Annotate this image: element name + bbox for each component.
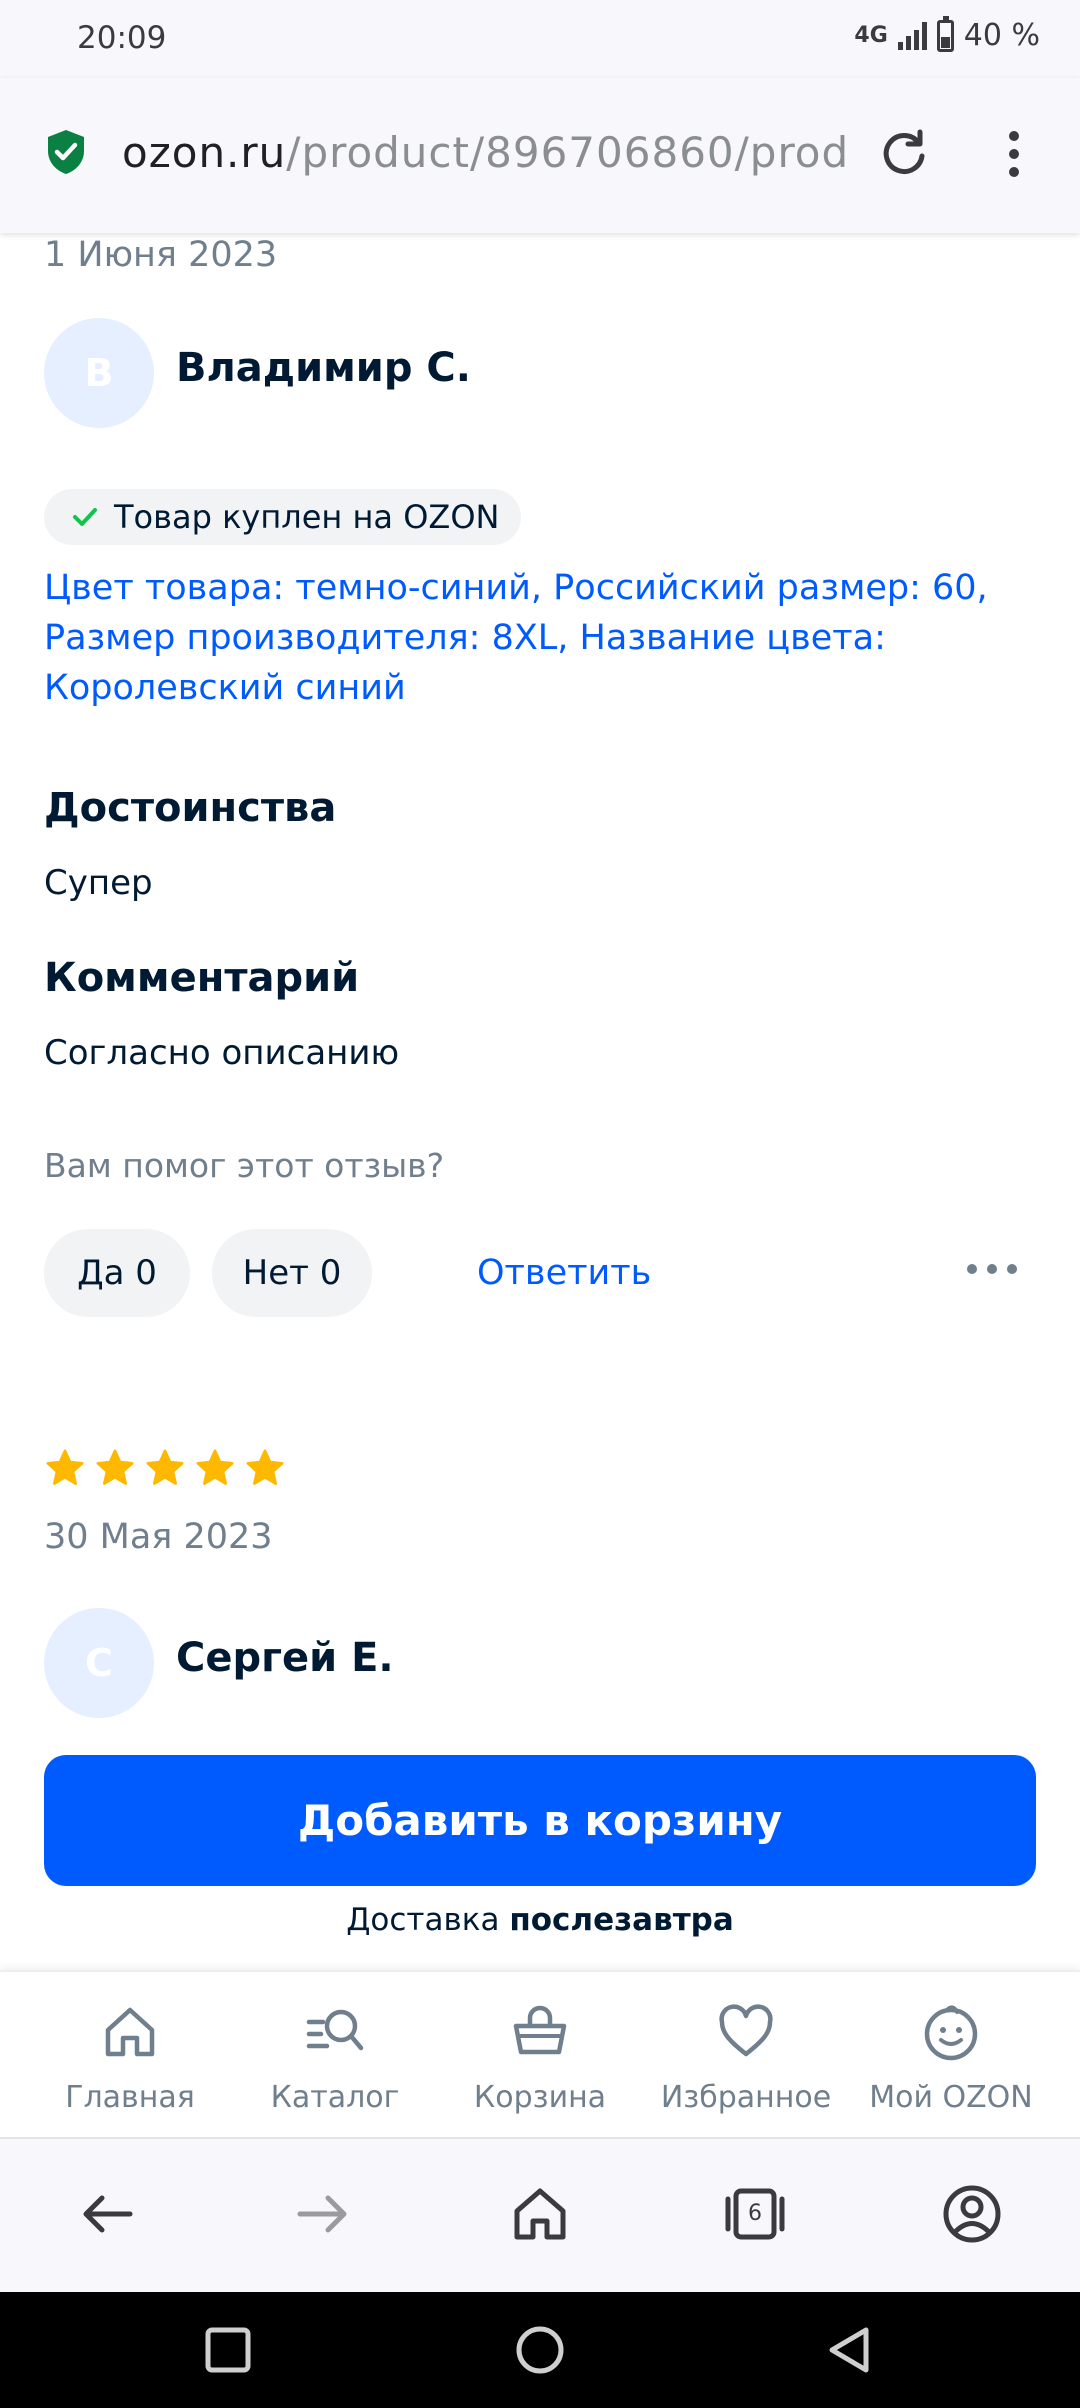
review-date: 1 Июня 2023 [44,235,278,275]
comment-title: Комментарий [44,955,360,1001]
star-icon [46,1449,84,1485]
delivery-when: послезавтра [509,1902,734,1938]
helpful-no-button[interactable]: Нет 0 [212,1229,372,1317]
tab-label: Избранное [660,2080,832,2115]
browser-toolbar: 6 [0,2137,1080,2292]
star-icon [196,1449,234,1485]
home-icon[interactable] [505,2179,575,2249]
app-tab-bar: Главная Каталог Корзина Избранное Мой OZ… [0,1970,1080,2137]
reply-link[interactable]: Ответить [477,1253,651,1293]
signal-icon [897,21,927,50]
tab-my-ozon[interactable]: Мой OZON [848,1972,1054,2139]
forward-arrow-icon[interactable] [288,2179,358,2249]
pros-title: Достоинства [44,785,337,831]
comment-text: Согласно описанию [44,1033,400,1073]
tabs-switcher-button[interactable]: 6 [720,2179,790,2249]
delivery-info: Доставка послезавтра [0,1902,1080,1938]
tab-favorites[interactable]: Избранное [643,1972,849,2139]
secure-shield-icon [48,130,84,174]
rating-stars [44,1447,286,1489]
url-field[interactable]: ozon.ru/product/896706860/product [122,128,847,177]
helpful-question: Вам помог этот отзыв? [44,1146,445,1185]
url-path: /product/896706860/product [286,128,847,177]
smiley-icon [924,2005,978,2061]
add-to-cart-panel: Добавить в корзину Доставка послезавтра [0,1740,1080,1970]
avatar: С [44,1608,154,1718]
tab-label: Каталог [270,2080,400,2115]
account-icon[interactable] [937,2179,1007,2249]
delivery-prefix: Доставка [346,1902,500,1938]
add-to-cart-button[interactable]: Добавить в корзину [44,1755,1036,1886]
more-vert-icon[interactable] [1002,128,1026,180]
tab-label: Корзина [473,2080,607,2115]
more-horiz-icon[interactable] [965,1259,1019,1279]
bought-on-ozon-badge: Товар куплен на OZON [44,489,522,545]
status-bar: 20:09 4G 40 % [0,0,1080,78]
back-arrow-icon[interactable] [72,2179,142,2249]
status-time: 20:09 [77,20,167,56]
system-nav-bar [0,2292,1080,2408]
network-type: 4G [854,23,888,48]
tab-label: Главная [65,2080,195,2115]
pros-text: Супер [44,863,153,903]
heart-icon [719,2004,773,2057]
reload-icon[interactable] [878,128,930,180]
tab-home[interactable]: Главная [27,1972,233,2139]
tab-cart[interactable]: Корзина [437,1972,643,2139]
battery-level: 40 % [963,18,1040,53]
system-home-icon[interactable] [512,2322,568,2378]
tab-label: Мой OZON [869,2080,1033,2115]
star-icon [146,1449,184,1485]
browser-url-bar: ozon.ru/product/896706860/product [0,78,1080,233]
system-back-icon[interactable] [822,2322,878,2378]
review-date: 30 Мая 2023 [44,1517,273,1557]
star-icon [246,1449,284,1485]
basket-icon [513,2005,567,2055]
tab-catalog[interactable]: Каталог [232,1972,438,2139]
recents-icon[interactable] [200,2322,256,2378]
review-author[interactable]: Владимир С. [176,345,471,391]
bought-badge-label: Товар куплен на OZON [114,498,500,536]
star-icon [96,1449,134,1485]
helpful-yes-button[interactable]: Да 0 [44,1229,190,1317]
catalog-search-icon [306,2009,364,2051]
avatar: В [44,318,154,428]
status-indicators: 4G 40 % [854,15,1040,53]
checkmark-icon [73,508,97,526]
home-icon [105,2007,155,2057]
review-author[interactable]: Сергей Е. [176,1635,394,1681]
battery-icon [936,15,954,52]
product-variant-link[interactable]: Цвет товара: темно-синий, Российский раз… [44,563,1044,713]
tab-count: 6 [748,2201,762,2226]
url-host: ozon.ru [122,128,287,177]
